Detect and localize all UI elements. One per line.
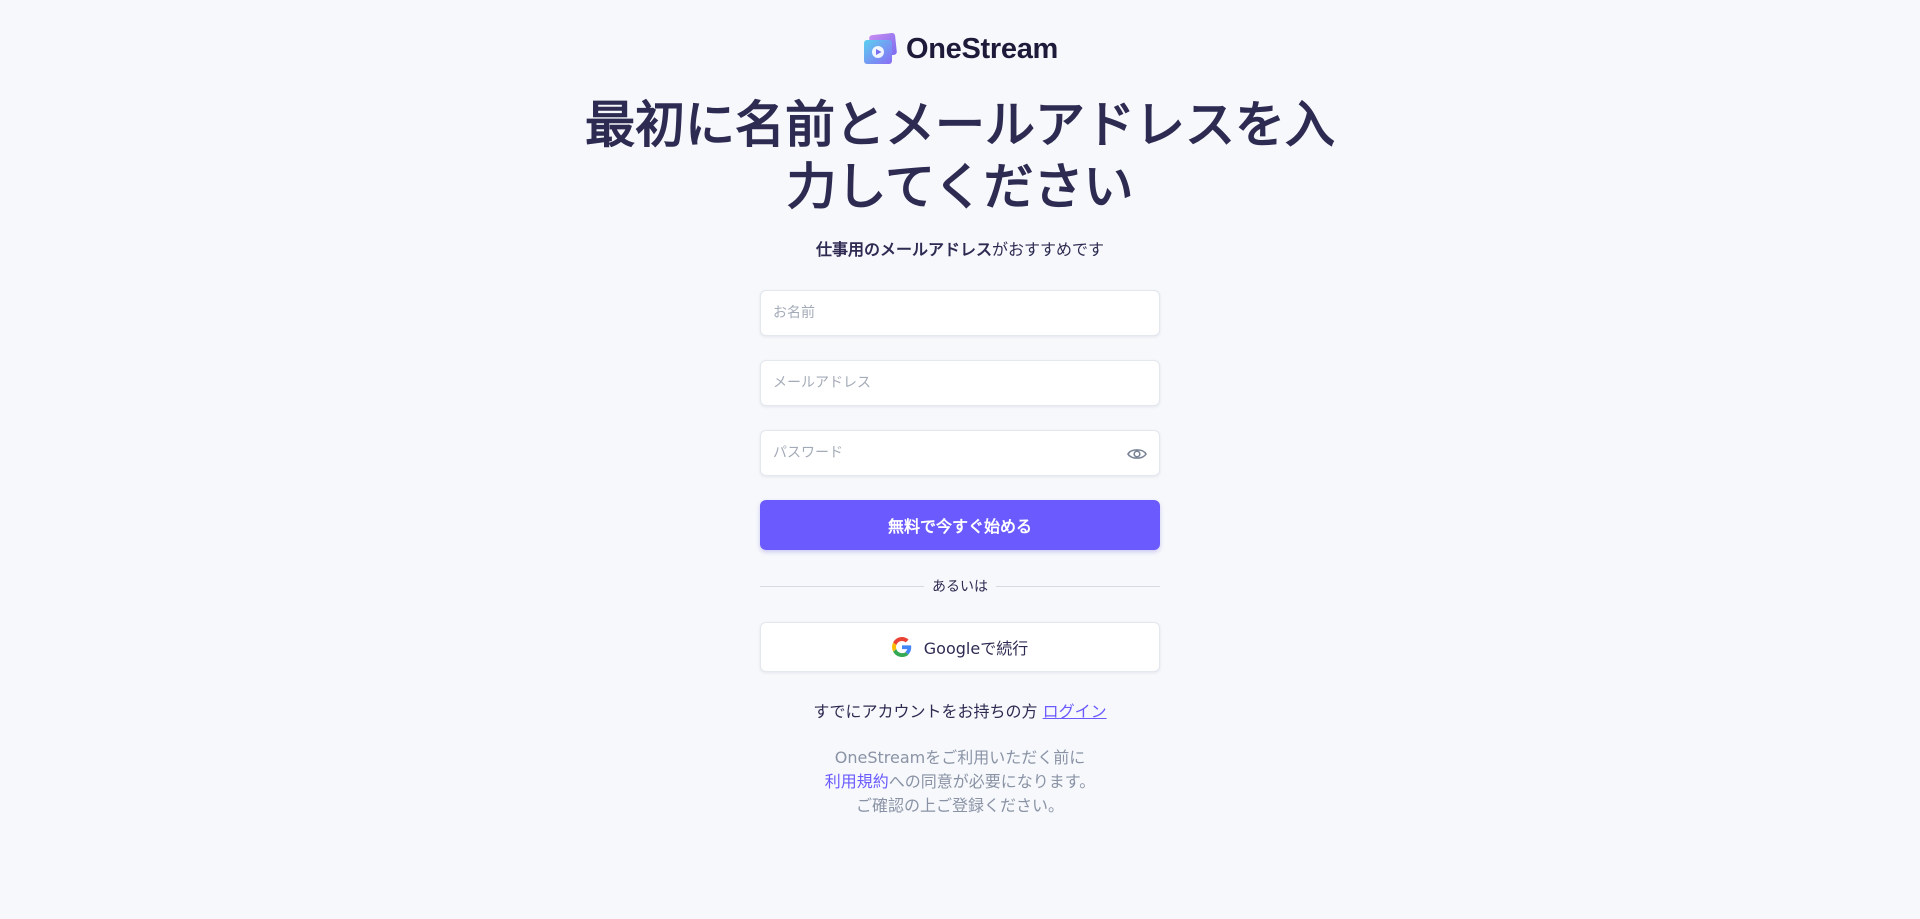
terms-line1: OneStreamをご利用いただく前に	[834, 748, 1086, 767]
page-title-line2: 力してください	[786, 158, 1134, 216]
page-title-line1: 最初に名前とメールアドレスを入	[585, 96, 1335, 154]
onestream-logo-icon	[863, 32, 897, 64]
google-icon	[891, 637, 911, 657]
brand-name: OneStream	[905, 32, 1059, 65]
start-free-button[interactable]: 無料で今すぐ始める	[760, 500, 1160, 550]
terms-line2: 利用規約への同意が必要になります。	[0, 770, 1920, 794]
password-input[interactable]	[761, 431, 1159, 475]
terms-notice: OneStreamをご利用いただく前に 利用規約への同意が必要になります。 ご確…	[0, 746, 1920, 818]
eye-icon[interactable]	[1127, 445, 1147, 463]
email-field	[760, 360, 1160, 406]
login-link[interactable]: ログイン	[1043, 702, 1107, 721]
brand-logo[interactable]: OneStream	[0, 32, 1920, 66]
divider-line-left	[760, 585, 924, 587]
google-continue-label: Googleで続行	[923, 639, 1029, 658]
or-divider: あるいは	[760, 576, 1160, 596]
name-field	[760, 290, 1160, 336]
subtitle-emphasis: 仕事用のメールアドレス	[815, 240, 992, 259]
email-input[interactable]	[761, 361, 1159, 405]
divider-line-right	[996, 585, 1160, 587]
signup-page: OneStream 最初に名前とメールアドレスを入 力してください 仕事用のメー…	[0, 0, 1920, 919]
subtitle-rest: がおすすめです	[992, 240, 1105, 259]
subtitle: 仕事用のメールアドレスがおすすめです	[0, 236, 1920, 260]
google-continue-button[interactable]: Googleで続行	[760, 622, 1160, 672]
login-prompt: すでにアカウントをお持ちの方 ログイン	[0, 698, 1920, 722]
terms-line2-rest: への同意が必要になります。	[888, 772, 1096, 791]
password-field	[760, 430, 1160, 476]
terms-line3: ご確認の上ご登録ください。	[855, 796, 1064, 815]
login-prompt-text: すでにアカウントをお持ちの方	[813, 702, 1038, 721]
divider-text: あるいは	[932, 579, 988, 595]
terms-link[interactable]: 利用規約	[825, 772, 889, 791]
name-input[interactable]	[761, 291, 1159, 335]
page-title: 最初に名前とメールアドレスを入 力してください	[560, 94, 1360, 218]
